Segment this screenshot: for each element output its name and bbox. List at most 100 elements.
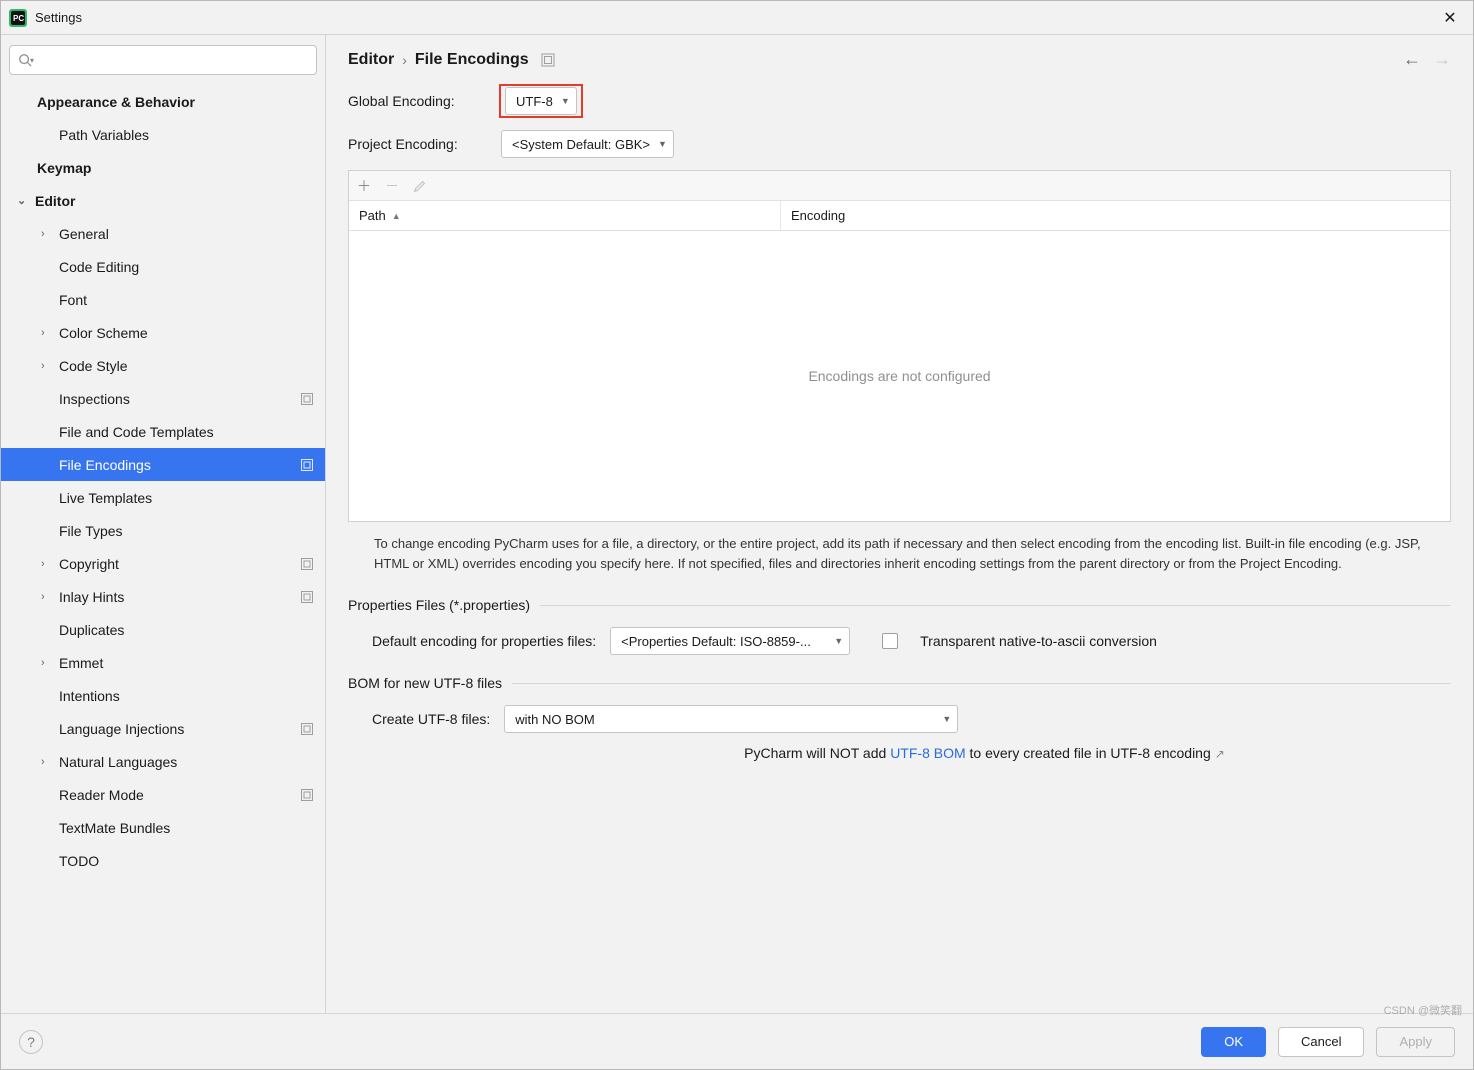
close-icon[interactable]: ✕ — [1435, 5, 1465, 31]
tree-item-code-style[interactable]: ›Code Style — [1, 349, 325, 382]
tree-item-file-and-code-templates[interactable]: File and Code Templates — [1, 415, 325, 448]
tree-item-natural-languages[interactable]: ›Natural Languages — [1, 745, 325, 778]
tree-item-label: Appearance & Behavior — [37, 94, 195, 110]
window-title: Settings — [35, 10, 82, 25]
bom-value: with NO BOM — [515, 712, 594, 727]
search-field[interactable] — [40, 53, 308, 68]
tree-item-emmet[interactable]: ›Emmet — [1, 646, 325, 679]
project-encoding-value: <System Default: GBK> — [512, 137, 650, 152]
tree-item-label: File Encodings — [59, 457, 151, 473]
tree-item-textmate-bundles[interactable]: TextMate Bundles — [1, 811, 325, 844]
tree-item-label: Code Editing — [59, 259, 139, 275]
project-encoding-combo[interactable]: <System Default: GBK> ▼ — [501, 130, 674, 158]
transparent-checkbox[interactable] — [882, 633, 898, 649]
breadcrumb-root[interactable]: Editor — [348, 51, 394, 69]
tree-item-path-variables[interactable]: Path Variables — [1, 118, 325, 151]
cancel-button[interactable]: Cancel — [1278, 1027, 1364, 1057]
tree-item-label: File Types — [59, 523, 123, 539]
ok-button[interactable]: OK — [1201, 1027, 1266, 1057]
nav-forward-icon: → — [1433, 49, 1451, 70]
tree-item-keymap[interactable]: Keymap — [1, 151, 325, 184]
chevron-down-icon: ▾ — [30, 56, 34, 65]
sort-asc-icon: ▲ — [392, 211, 401, 221]
settings-tree[interactable]: Appearance & Behavior Path VariablesKeyma… — [1, 85, 325, 1013]
title-bar: PC Settings ✕ — [1, 1, 1473, 35]
global-encoding-combo[interactable]: UTF-8 ▼ — [505, 87, 577, 115]
properties-encoding-combo[interactable]: <Properties Default: ISO-8859-... ▼ — [610, 627, 850, 655]
breadcrumb-leaf: File Encodings — [415, 51, 529, 69]
tree-item-file-encodings[interactable]: File Encodings — [1, 448, 325, 481]
scope-indicator-icon — [301, 459, 313, 471]
chevron-right-icon: › — [1, 327, 59, 339]
scope-indicator-icon — [301, 591, 313, 603]
scope-indicator-icon — [301, 393, 313, 405]
tree-item-label: Emmet — [59, 655, 103, 671]
apply-button: Apply — [1376, 1027, 1455, 1057]
tree-item-label: Language Injections — [59, 721, 184, 737]
tree-item-duplicates[interactable]: Duplicates — [1, 613, 325, 646]
tree-item-label: Color Scheme — [59, 325, 148, 341]
tree-item-intentions[interactable]: Intentions — [1, 679, 325, 712]
add-icon[interactable]: ＋ — [357, 176, 371, 196]
tree-item-inlay-hints[interactable]: ›Inlay Hints — [1, 580, 325, 613]
divider — [512, 683, 1451, 684]
tree-item-label: File and Code Templates — [59, 424, 214, 440]
col-path[interactable]: Path▲ — [349, 201, 781, 230]
tree-item-label: Copyright — [59, 556, 119, 572]
chevron-down-icon: ▼ — [942, 714, 951, 724]
properties-heading: Properties Files (*.properties) — [348, 597, 530, 613]
help-button[interactable]: ? — [19, 1030, 43, 1054]
table-empty-text: Encodings are not configured — [349, 231, 1450, 521]
chevron-right-icon: › — [1, 558, 59, 570]
sidebar: ▾ Appearance & Behavior Path VariablesKey… — [1, 35, 326, 1013]
tree-item-label: TextMate Bundles — [59, 820, 170, 836]
external-link-icon: ↗ — [1215, 747, 1225, 761]
tree-item-label: Reader Mode — [59, 787, 144, 803]
chevron-right-icon: › — [1, 360, 59, 372]
tree-item-label: Duplicates — [59, 622, 124, 638]
tree-item-language-injections[interactable]: Language Injections — [1, 712, 325, 745]
project-encoding-label: Project Encoding: — [348, 136, 483, 152]
bom-label: Create UTF-8 files: — [372, 711, 490, 727]
chevron-right-icon: › — [1, 657, 59, 669]
tree-item-label: Code Style — [59, 358, 127, 374]
tree-item-general[interactable]: ›General — [1, 217, 325, 250]
breadcrumb: Editor › File Encodings ← → — [326, 35, 1473, 80]
scope-indicator-icon — [301, 723, 313, 735]
tree-item-font[interactable]: Font — [1, 283, 325, 316]
tree-item-label: Live Templates — [59, 490, 152, 506]
global-encoding-label: Global Encoding: — [348, 93, 483, 109]
global-encoding-highlight: UTF-8 ▼ — [499, 84, 583, 118]
app-icon: PC — [9, 9, 27, 27]
tree-item-editor[interactable]: ⌄Editor — [1, 184, 325, 217]
tree-item-live-templates[interactable]: Live Templates — [1, 481, 325, 514]
nav-back-icon[interactable]: ← — [1403, 49, 1421, 70]
bom-link[interactable]: UTF-8 BOM — [890, 745, 965, 761]
tree-item-label: Intentions — [59, 688, 120, 704]
svg-text:PC: PC — [13, 14, 24, 23]
tree-item-todo[interactable]: TODO — [1, 844, 325, 877]
transparent-label[interactable]: Transparent native-to-ascii conversion — [920, 633, 1157, 649]
search-input[interactable]: ▾ — [9, 45, 317, 75]
global-encoding-value: UTF-8 — [516, 94, 553, 109]
tree-item-label: General — [59, 226, 109, 242]
col-encoding[interactable]: Encoding — [781, 201, 855, 230]
remove-icon: － — [385, 176, 399, 196]
divider — [540, 605, 1451, 606]
tree-item-appearance-behavior[interactable]: Appearance & Behavior — [1, 85, 325, 118]
chevron-down-icon: ▼ — [561, 96, 570, 106]
encoding-table: ＋ － Path▲ Encoding Encodings are not con… — [348, 170, 1451, 522]
tree-item-copyright[interactable]: ›Copyright — [1, 547, 325, 580]
tree-item-color-scheme[interactable]: ›Color Scheme — [1, 316, 325, 349]
tree-item-code-editing[interactable]: Code Editing — [1, 250, 325, 283]
bom-combo[interactable]: with NO BOM ▼ — [504, 705, 958, 733]
edit-icon — [413, 179, 427, 193]
tree-item-reader-mode[interactable]: Reader Mode — [1, 778, 325, 811]
properties-encoding-value: <Properties Default: ISO-8859-... — [621, 634, 811, 649]
scope-indicator-icon — [301, 558, 313, 570]
properties-encoding-label: Default encoding for properties files: — [372, 633, 596, 649]
tree-item-label: TODO — [59, 853, 99, 869]
tree-item-file-types[interactable]: File Types — [1, 514, 325, 547]
tree-item-inspections[interactable]: Inspections — [1, 382, 325, 415]
bom-note: PyCharm will NOT add UTF-8 BOM to every … — [348, 745, 1451, 761]
